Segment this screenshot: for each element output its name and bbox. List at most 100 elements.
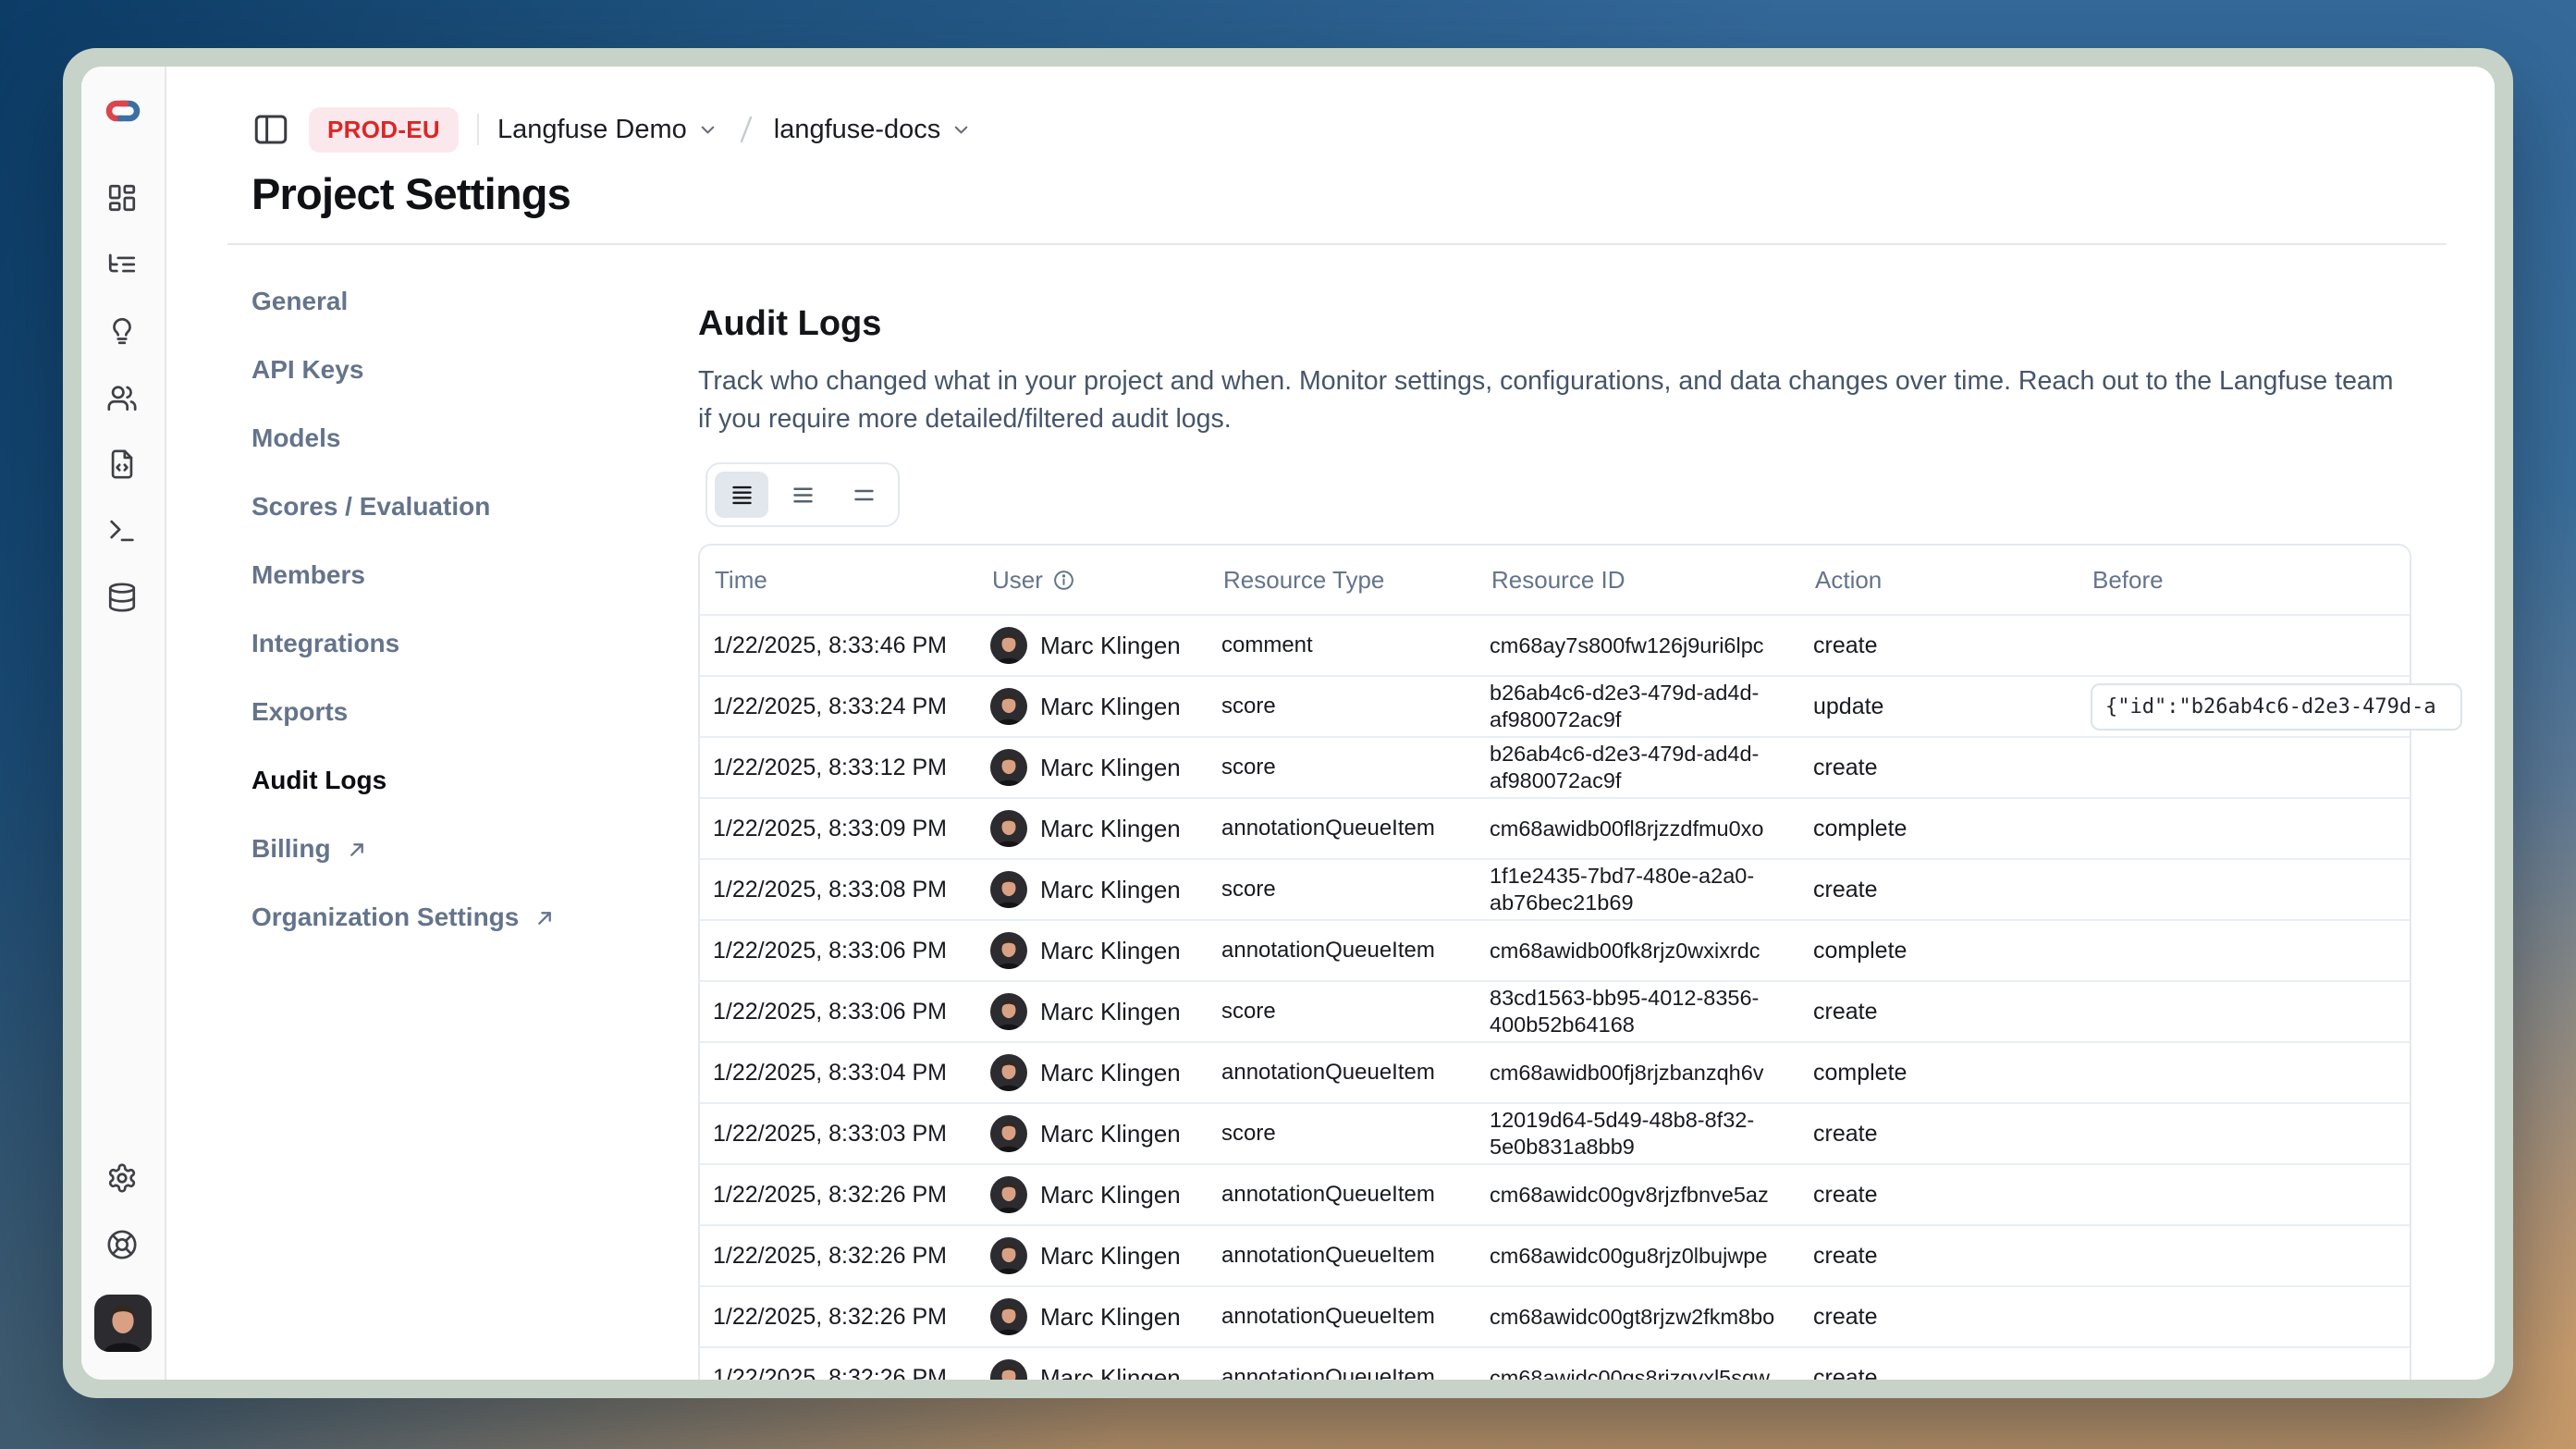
chevron-down-icon (951, 119, 972, 141)
settings-gear-icon[interactable] (106, 1161, 140, 1195)
settings-nav-item-exports[interactable]: Exports (251, 698, 698, 726)
user-avatar-icon (990, 1176, 1027, 1213)
app-frame: PROD-EU Langfuse Demo langfuse-docs Proj… (81, 67, 2495, 1380)
cell-user: Marc Klingen (977, 993, 1208, 1030)
user-avatar-icon (990, 1054, 1027, 1091)
divider (477, 114, 479, 145)
breadcrumb-org[interactable]: Langfuse Demo (497, 115, 718, 145)
cell-time: 1/22/2025, 8:33:03 PM (700, 1121, 977, 1148)
user-avatar-icon (990, 688, 1027, 725)
user-avatar-icon (990, 627, 1027, 664)
cell-user: Marc Klingen (977, 871, 1208, 908)
audit-logs-table: Time User Resource Type (698, 544, 2411, 1380)
breadcrumb-project[interactable]: langfuse-docs (774, 115, 973, 145)
column-header-before: Before (2078, 566, 2410, 595)
cell-resource-id: cm68awidb00fl8rjzzdfmu0xo (1477, 816, 1800, 842)
row-height-medium-button[interactable] (776, 472, 829, 518)
cell-resource-type: comment (1208, 632, 1477, 658)
info-icon[interactable] (1052, 569, 1075, 592)
user-name: Marc Klingen (1040, 1120, 1181, 1148)
table-row: 1/22/2025, 8:33:03 PM Marc Klingen score… (700, 1102, 2410, 1163)
external-link-icon (346, 838, 369, 861)
cell-resource-id: b26ab4c6-d2e3-479d-ad4d-af980072ac9f (1477, 741, 1800, 794)
cell-time: 1/22/2025, 8:33:24 PM (700, 694, 977, 720)
cell-action: update (1800, 694, 2078, 720)
cell-resource-type: score (1208, 694, 1477, 719)
terminal-icon[interactable] (106, 514, 140, 547)
breadcrumb-project-label: langfuse-docs (774, 115, 941, 145)
cell-user: Marc Klingen (977, 1359, 1208, 1380)
cell-resource-id: cm68awidc00gv8rjzfbnve5az (1477, 1182, 1800, 1209)
settings-nav-item-members[interactable]: Members (251, 561, 698, 589)
settings-nav-item-billing[interactable]: Billing (251, 835, 698, 863)
audit-logs-panel: Audit Logs Track who changed what in you… (698, 245, 2447, 1380)
tracing-tree-icon[interactable] (106, 248, 140, 281)
before-value-box[interactable]: {"id":"b26ab4c6-d2e3-479d-a (2091, 683, 2462, 731)
cell-user: Marc Klingen (977, 749, 1208, 786)
breadcrumb: PROD-EU Langfuse Demo langfuse-docs (251, 107, 2447, 152)
table-row: 1/22/2025, 8:33:06 PM Marc Klingen annot… (700, 919, 2410, 980)
cell-before: {"id":"b26ab4c6-d2e3-479d-a (2078, 683, 2475, 731)
file-code-icon[interactable] (106, 448, 140, 481)
cell-action: complete (1800, 1060, 2078, 1087)
cell-time: 1/22/2025, 8:33:08 PM (700, 877, 977, 903)
cell-action: create (1800, 999, 2078, 1025)
user-name: Marc Klingen (1040, 632, 1181, 660)
settings-nav-item-audit-logs[interactable]: Audit Logs (251, 767, 698, 794)
row-height-toggle (705, 462, 900, 527)
cell-resource-type: annotationQueueItem (1208, 1060, 1477, 1086)
env-badge[interactable]: PROD-EU (309, 107, 459, 153)
rail-nav (106, 181, 140, 614)
user-name: Marc Klingen (1040, 754, 1181, 782)
cell-resource-type: annotationQueueItem (1208, 1182, 1477, 1208)
table-header-row: Time User Resource Type (700, 546, 2410, 614)
cell-time: 1/22/2025, 8:32:26 PM (700, 1243, 977, 1270)
cell-user: Marc Klingen (977, 627, 1208, 664)
user-avatar-icon (990, 932, 1027, 969)
settings-nav-item-api-keys[interactable]: API Keys (251, 356, 698, 384)
user-avatar-icon (990, 871, 1027, 908)
settings-nav-item-scores-evaluation[interactable]: Scores / Evaluation (251, 493, 698, 521)
table-row: 1/22/2025, 8:33:04 PM Marc Klingen annot… (700, 1041, 2410, 1102)
cell-user: Marc Klingen (977, 688, 1208, 725)
column-header-resource-id: Resource ID (1477, 566, 1800, 595)
cell-action: create (1800, 755, 2078, 781)
settings-nav-item-general[interactable]: General (251, 288, 698, 315)
sidebar-toggle-icon[interactable] (251, 110, 290, 149)
cell-action: create (1800, 1243, 2078, 1270)
chevron-down-icon (697, 119, 718, 141)
user-name: Marc Klingen (1040, 876, 1181, 904)
settings-nav-item-models[interactable]: Models (251, 424, 698, 452)
rail-bottom (94, 1161, 152, 1352)
cell-resource-type: score (1208, 999, 1477, 1025)
settings-nav-item-integrations[interactable]: Integrations (251, 630, 698, 657)
breadcrumb-org-label: Langfuse Demo (497, 115, 687, 145)
section-title: Audit Logs (698, 304, 2447, 344)
table-row: 1/22/2025, 8:32:26 PM Marc Klingen annot… (700, 1346, 2410, 1380)
users-icon[interactable] (106, 381, 140, 414)
dashboard-icon[interactable] (106, 181, 140, 215)
row-height-large-button[interactable] (837, 472, 890, 518)
cell-resource-id: 1f1e2435-7bd7-480e-a2a0-ab76bec21b69 (1477, 863, 1800, 916)
cell-resource-type: score (1208, 1121, 1477, 1147)
support-lifebuoy-icon[interactable] (106, 1228, 140, 1261)
settings-nav: General API Keys Models Scores / Evaluat… (251, 245, 698, 1380)
user-avatar-icon (990, 1237, 1027, 1274)
cell-action: create (1800, 632, 2078, 659)
lightbulb-icon[interactable] (106, 314, 140, 348)
main-content: PROD-EU Langfuse Demo langfuse-docs Proj… (166, 67, 2495, 1380)
desktop-background: PROD-EU Langfuse Demo langfuse-docs Proj… (0, 0, 2576, 1449)
row-height-small-button[interactable] (715, 472, 768, 518)
user-avatar[interactable] (94, 1295, 152, 1352)
database-icon[interactable] (106, 581, 140, 614)
cell-resource-type: annotationQueueItem (1208, 1304, 1477, 1330)
langfuse-logo[interactable] (104, 92, 141, 129)
column-header-resource-type: Resource Type (1208, 566, 1477, 595)
user-name: Marc Klingen (1040, 937, 1181, 965)
cell-time: 1/22/2025, 8:33:09 PM (700, 816, 977, 842)
table-row: 1/22/2025, 8:33:06 PM Marc Klingen score… (700, 980, 2410, 1041)
cell-user: Marc Klingen (977, 1054, 1208, 1091)
user-name: Marc Klingen (1040, 815, 1181, 843)
settings-nav-item-organization-settings[interactable]: Organization Settings (251, 903, 698, 931)
cell-time: 1/22/2025, 8:33:04 PM (700, 1060, 977, 1087)
